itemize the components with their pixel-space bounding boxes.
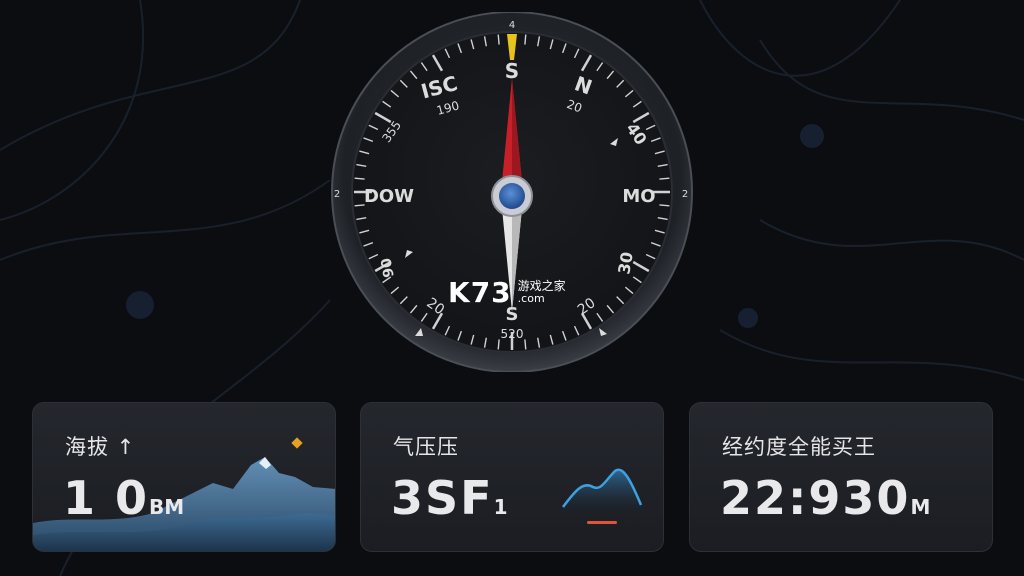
dial-label-right-lower: 30 — [614, 250, 637, 275]
minor-tick — [497, 339, 500, 350]
watermark-logo: K73 — [448, 276, 512, 309]
altitude-value-number: 1 0 — [63, 471, 150, 525]
minor-tick — [354, 177, 365, 180]
compass-dial: 4 2 2 S S 520 DOW MO ISC 190 N 20 40 355… — [331, 11, 693, 373]
coordinates-unit: M — [910, 495, 931, 519]
needle-hub — [499, 183, 525, 209]
coordinates-value-number: 22:930 — [720, 471, 911, 525]
compass: 4 2 2 S S 520 DOW MO ISC 190 N 20 40 355… — [327, 11, 697, 373]
minor-tick — [659, 177, 670, 180]
dial-label-right: MO — [622, 186, 655, 207]
altitude-card[interactable]: 海拔 ↑ 1 0BM — [32, 402, 336, 552]
coordinates-card[interactable]: 经约度全能买王 22:930M — [689, 402, 993, 552]
pressure-value: 3SF1 — [391, 471, 507, 525]
outer-label-left: 2 — [334, 189, 340, 200]
watermark-domain: .com — [517, 292, 545, 306]
minor-tick — [524, 34, 527, 45]
outer-label-top: 4 — [509, 20, 515, 31]
coordinates-value: 22:930M — [720, 471, 930, 525]
pressure-card[interactable]: 气压压 3SF1 — [360, 402, 664, 552]
minor-tick — [659, 204, 670, 207]
pressure-title: 气压压 — [393, 435, 459, 459]
outer-label-right: 2 — [682, 189, 688, 200]
coordinates-title: 经约度全能买王 — [722, 435, 876, 459]
dial-label-left: DOW — [364, 186, 414, 207]
dial-label-left-lower: 90 — [378, 256, 397, 278]
pressure-unit: 1 — [493, 495, 508, 519]
pressure-value-number: 3SF — [391, 471, 494, 525]
minor-tick — [524, 339, 527, 350]
minor-tick — [497, 34, 500, 45]
pressure-trend-chart — [562, 468, 643, 524]
pressure-indicator-bar — [587, 521, 617, 524]
dial-label-bottom-value: 520 — [501, 327, 524, 341]
altitude-value: 1 0BM — [63, 471, 184, 525]
watermark: K73 游戏之家 .com — [448, 276, 566, 309]
altitude-unit: BM — [149, 495, 185, 519]
